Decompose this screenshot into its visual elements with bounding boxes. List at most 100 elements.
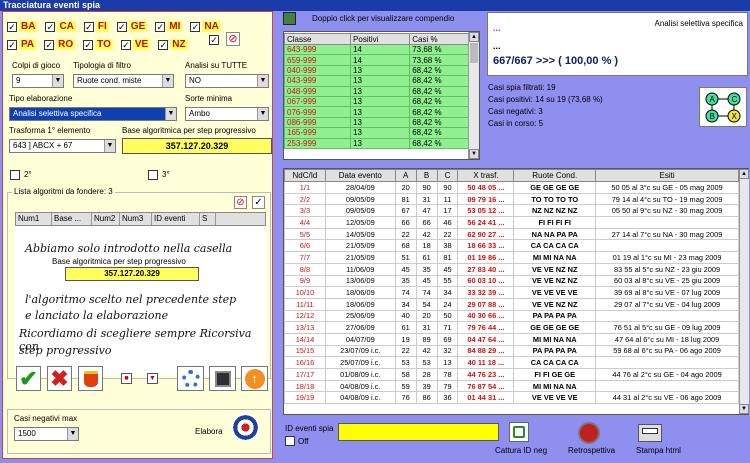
results-col-header[interactable]: Ruote Cond. <box>513 169 597 182</box>
id-eventi-input[interactable] <box>338 423 499 441</box>
results-row[interactable]: 17/17 01/08/09 i.c. 58 28 78 44 76 23 ... FI F… <box>284 368 739 381</box>
scroll-thumb[interactable] <box>470 43 478 63</box>
compendio-col-header[interactable]: Classe <box>283 33 352 45</box>
check-2[interactable] <box>10 170 20 180</box>
results-col-header[interactable]: Esiti <box>595 169 739 182</box>
results-row[interactable]: 4/4 12/05/09 66 66 46 56 24 41 ... FI FI FI FI <box>284 216 739 229</box>
compendio-row[interactable]: 048-999 13 68,42 % <box>283 85 474 97</box>
stampa-label[interactable]: Stampa html <box>636 446 681 455</box>
compendio-row[interactable]: 067-999 13 68,42 % <box>283 95 474 108</box>
compendio-row[interactable]: 165-999 13 68,42 % <box>283 127 474 139</box>
compendio-table[interactable]: Classe Positivi Casi % 643-999 14 73,68 % 659… <box>283 33 474 149</box>
results-row[interactable]: 1/1 28/04/09 20 90 90 50 48 05 ... GE GE GE GE… <box>284 181 739 194</box>
wheel-checkbox-to[interactable]: ✓ <box>83 39 94 50</box>
compendio-row[interactable]: 076-999 13 68,42 % <box>283 106 474 118</box>
results-row[interactable]: 14/14 04/07/09 19 89 69 04 47 64 ... MI MI NA … <box>284 332 739 346</box>
cattura-label[interactable]: Cattura ID neg <box>495 446 547 455</box>
colpi-select[interactable]: 9 ▼ <box>12 74 64 88</box>
stop-small-icon[interactable]: ■ <box>121 373 132 384</box>
scroll-down-icon[interactable]: ▼ <box>739 404 749 414</box>
results-col-header[interactable]: X trasf. <box>457 169 515 182</box>
compendio-col-header[interactable]: Casi % <box>409 33 474 45</box>
results-table[interactable]: NdC/Id Data evento A B C X trasf. Ruote Cond. E… <box>284 169 739 405</box>
retrospettiva-label[interactable]: Retrospettiva <box>568 446 615 455</box>
save-disk-icon[interactable] <box>209 366 236 391</box>
results-row[interactable]: 11/11 18/06/09 34 54 24 29 07 88 ... VE VE NZ … <box>284 297 739 311</box>
wheel-checkbox-nz[interactable]: ✓ <box>158 39 169 50</box>
up-arrow-icon[interactable]: ↑ <box>241 366 268 391</box>
tipo-elab-select[interactable]: Analisi selettiva specifica ▼ <box>9 107 177 121</box>
results-col-header[interactable]: B <box>415 169 438 182</box>
results-row[interactable]: 10/10 18/06/09 74 74 34 33 32 39 ... VE VE VE … <box>284 286 739 299</box>
compendio-row[interactable]: 253-999 13 68,42 % <box>283 137 474 149</box>
wheel-checkbox-fi[interactable]: ✓ <box>83 21 94 32</box>
results-row[interactable]: 9/9 13/06/09 35 45 55 60 03 10 ... VE VE NZ NZ… <box>284 274 739 288</box>
results-scrollbar[interactable]: ▲ ▼ <box>739 169 749 414</box>
target-elabora-icon[interactable] <box>229 411 262 447</box>
scroll-up-icon[interactable]: ▲ <box>739 169 749 179</box>
wheel-checkbox-ve[interactable]: ✓ <box>120 39 131 50</box>
bucket-icon[interactable] <box>78 366 103 391</box>
lista-col-header[interactable]: Num2 <box>92 213 120 225</box>
lista-col-header[interactable]: ID eventi <box>152 213 200 225</box>
retrospettiva-icon[interactable] <box>578 422 600 444</box>
compendio-row[interactable]: 643-999 14 73,68 % <box>283 43 474 56</box>
results-row[interactable]: 5/5 14/05/09 22 42 22 62 90 27 ... NA NA PA PA… <box>284 227 739 241</box>
lista-col-header[interactable]: S <box>200 213 216 225</box>
select-all-checkbox[interactable]: ✓ <box>209 35 219 45</box>
confirm-list-button[interactable]: ✓ <box>252 196 265 209</box>
wheel-checkbox-ba[interactable]: ✓ <box>7 21 17 32</box>
casi-neg-select[interactable]: 1500 ▼ <box>14 427 79 441</box>
refresh-ring-icon[interactable] <box>177 366 204 391</box>
results-row[interactable]: 18/18 04/08/09 i.c. 59 39 79 76 87 54 ... MI M… <box>284 379 739 393</box>
printer-icon[interactable] <box>638 424 662 442</box>
base-field[interactable]: 357.127.20.329 <box>122 138 272 154</box>
results-row[interactable]: 7/7 21/05/09 51 61 81 01 19 86 ... MI MI NA NA… <box>284 251 739 264</box>
analisi-tutte-select[interactable]: NO ▼ <box>185 74 269 88</box>
wheel-checkbox-pa[interactable]: ✓ <box>7 39 17 50</box>
results-row[interactable]: 13/13 27/06/09 61 31 71 79 76 44 ... GE GE GE … <box>284 321 739 334</box>
sorte-select[interactable]: Ambo ▼ <box>185 107 269 121</box>
results-row[interactable]: 6/6 21/05/09 68 18 38 18 66 33 ... CA CA CA CA <box>284 239 739 253</box>
trasforma-select[interactable]: 643 ] ABCX + 67 ▼ <box>9 139 116 153</box>
lista-col-header[interactable]: Num1 <box>16 213 52 225</box>
wheel-checkbox-mi[interactable]: ✓ <box>155 21 166 32</box>
off-checkbox[interactable] <box>285 436 295 446</box>
results-row[interactable]: 19/19 04/08/09 i.c. 76 86 36 01 44 31 ... VE V… <box>284 391 739 405</box>
delete-x-icon[interactable]: ✖ <box>47 366 72 391</box>
compendio-row[interactable]: 659-999 14 73,68 % <box>283 54 474 66</box>
results-col-header[interactable]: Data evento <box>324 169 396 182</box>
results-row[interactable]: 16/16 25/07/09 i.c. 53 53 13 40 11 18 ... CA C… <box>284 356 739 369</box>
compendio-col-header[interactable]: Positivi <box>350 33 411 45</box>
down-small-icon[interactable]: ▼ <box>147 373 158 384</box>
checkmark-icon[interactable]: ✔ <box>16 366 41 391</box>
scroll-down-icon[interactable]: ▼ <box>469 149 479 159</box>
compendio-scrollbar[interactable]: ▲ ▼ <box>468 32 479 159</box>
results-col-header[interactable]: NdC/Id <box>284 169 326 182</box>
compendio-row[interactable]: 043-999 13 68,42 % <box>283 75 474 87</box>
scroll-up-icon[interactable]: ▲ <box>469 32 479 42</box>
clear-list-button[interactable]: ⊘ <box>234 196 247 209</box>
results-row[interactable]: 2/2 09/05/09 81 31 11 09 79 16 ... TO TO TO TO… <box>284 192 739 206</box>
compendio-icon[interactable] <box>283 12 296 25</box>
results-col-header[interactable]: A <box>394 169 417 182</box>
results-cell: 76 51 al 5°c su GE - 09 lug 2009 <box>595 321 739 334</box>
compendio-row[interactable]: 086-999 13 68,42 % <box>283 116 474 129</box>
compendio-cell: 68,42 % <box>409 127 474 139</box>
cattura-icon[interactable] <box>509 422 529 442</box>
wheel-checkbox-ge[interactable]: ✓ <box>116 21 127 32</box>
lista-col-header[interactable]: Num3 <box>120 213 152 225</box>
results-row[interactable]: 12/12 25/06/09 40 20 50 40 30 66 ... PA PA PA … <box>284 309 739 323</box>
results-col-header[interactable]: C <box>436 169 459 182</box>
clear-all-button[interactable]: ⊘ <box>226 32 240 46</box>
wheel-checkbox-ca[interactable]: ✓ <box>45 21 56 32</box>
wheel-checkbox-ro[interactable]: ✓ <box>44 39 55 50</box>
results-row[interactable]: 8/8 11/06/09 45 35 45 27 83 40 ... VE VE NZ NZ… <box>284 262 739 276</box>
compendio-row[interactable]: 040-999 13 68,42 % <box>283 64 474 77</box>
tipologia-select[interactable]: Ruote cond. miste ▼ <box>73 74 174 88</box>
results-row[interactable]: 3/3 09/05/09 67 47 17 53 05 12 ... NZ NZ NZ NZ… <box>284 204 739 218</box>
check-3[interactable] <box>148 170 158 180</box>
results-row[interactable]: 15/15 23/07/09 i.c. 22 42 32 84 88 29 ... PA P… <box>284 344 739 358</box>
wheel-checkbox-na[interactable]: ✓ <box>190 21 201 32</box>
lista-col-header[interactable]: Base ... <box>52 213 92 225</box>
